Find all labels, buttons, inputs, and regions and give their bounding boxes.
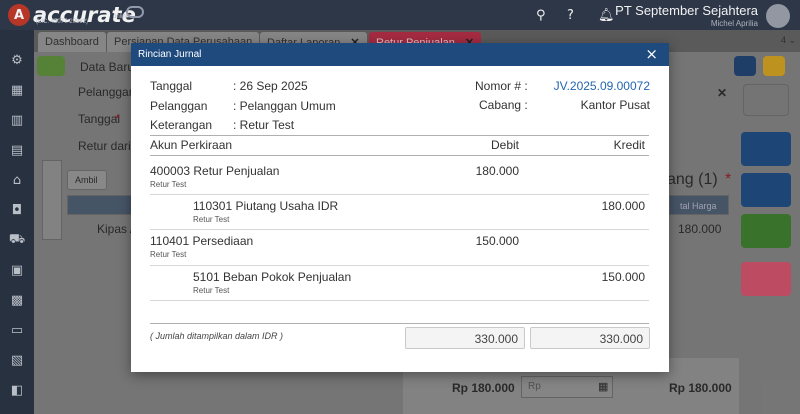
column-header-kredit: Kredit <box>613 138 645 152</box>
header-divider <box>150 155 649 156</box>
totals-divider <box>150 323 649 324</box>
journal-row-account: 400003 Retur Penjualan <box>150 164 280 178</box>
table-top-divider <box>150 135 649 136</box>
cabang-value: Kantor Pusat <box>580 98 650 112</box>
journal-row-account: 110301 Piutang Usaha IDR <box>193 199 339 213</box>
journal-row-note: Retur Test <box>150 250 187 259</box>
tanggal-value: : 26 Sep 2025 <box>233 79 308 93</box>
nomor-label: Nomor # : <box>475 79 528 93</box>
journal-row-note: Retur Test <box>150 180 187 189</box>
journal-row-account: 5101 Beban Pokok Penjualan <box>193 270 352 284</box>
keterangan-label: Keterangan <box>150 118 213 132</box>
cabang-label: Cabang : <box>479 98 528 112</box>
dialog-title: Rincian Jurnal <box>138 49 202 60</box>
close-icon[interactable]: × <box>645 45 658 63</box>
nomor-value-link[interactable]: JV.2025.09.00072 <box>554 79 650 93</box>
row-divider <box>150 194 649 195</box>
journal-row-note: Retur Test <box>193 286 230 295</box>
journal-row-debit: 180.000 <box>475 164 519 178</box>
journal-row-kredit: 150.000 <box>601 270 645 284</box>
rincian-jurnal-dialog: Rincian Jurnal × Tanggal : 26 Sep 2025 P… <box>131 43 669 372</box>
row-divider <box>150 229 649 230</box>
keterangan-value: : Retur Test <box>233 118 295 132</box>
row-divider <box>150 265 649 266</box>
tanggal-label: Tanggal <box>150 79 193 93</box>
total-debit-field: 330.000 <box>405 327 525 349</box>
column-header-debit: Debit <box>490 138 519 152</box>
column-header-akun: Akun Perkiraan <box>150 138 233 152</box>
journal-row-kredit: 180.000 <box>601 199 645 213</box>
pelanggan-label: Pelanggan <box>150 99 208 113</box>
pelanggan-value: : Pelanggan Umum <box>233 99 336 113</box>
total-kredit-field: 330.000 <box>530 327 650 349</box>
journal-row-account: 110401 Persediaan <box>150 234 254 248</box>
dialog-header: Rincian Jurnal × <box>131 43 669 66</box>
row-divider <box>150 300 649 301</box>
journal-row-note: Retur Test <box>193 215 230 224</box>
currency-footnote: ( Jumlah ditampilkan dalam IDR ) <box>150 331 284 341</box>
journal-row-debit: 150.000 <box>475 234 519 248</box>
